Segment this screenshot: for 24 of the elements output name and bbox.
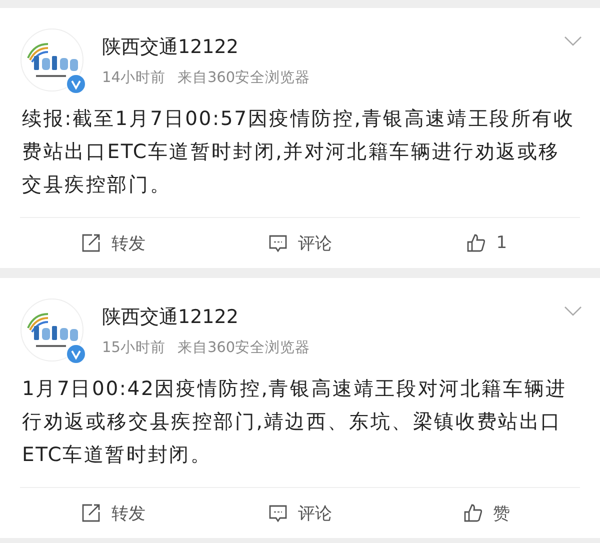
author-name[interactable]: 陕西交通12122: [102, 304, 310, 330]
chevron-down-icon[interactable]: [564, 36, 582, 46]
comment-button[interactable]: 评论: [206, 496, 394, 530]
comment-button[interactable]: 评论: [206, 226, 394, 260]
thumbs-up-icon: [463, 503, 484, 523]
like-button[interactable]: 赞: [393, 496, 580, 530]
avatar-logo: [20, 298, 84, 362]
thumbs-up-icon: [466, 233, 486, 253]
repost-button[interactable]: 转发: [20, 226, 207, 260]
share-icon: [81, 233, 102, 253]
post-source: 来自360安全浏览器: [177, 338, 310, 357]
share-icon: [81, 503, 102, 523]
like-button[interactable]: 1: [393, 227, 580, 259]
comment-icon: [268, 233, 288, 253]
post-time: 15小时前: [102, 339, 166, 357]
chevron-down-icon[interactable]: [564, 306, 582, 316]
post-time: 14小时前: [102, 69, 166, 87]
avatar-logo: [20, 28, 84, 92]
repost-button[interactable]: 转发: [20, 496, 207, 530]
post-text: 1月7日00:42因疫情防控,青银高速靖王段对河北籍车辆进行劝返或移交县疾控部门,靖边西、东坑、梁镇收费站出口ETC车道暂时封闭。: [21, 376, 568, 468]
post-text: 续报:截至1月7日00:57因疫情防控,青银高速靖王段所有收费站出口ETC车道暂时封闭,并对河北籍车辆进行劝返或移交县疾控部门。: [21, 106, 576, 198]
author-name[interactable]: 陕西交通12122: [102, 34, 310, 60]
comment-icon: [268, 503, 288, 523]
post-source: 来自360安全浏览器: [177, 68, 310, 87]
